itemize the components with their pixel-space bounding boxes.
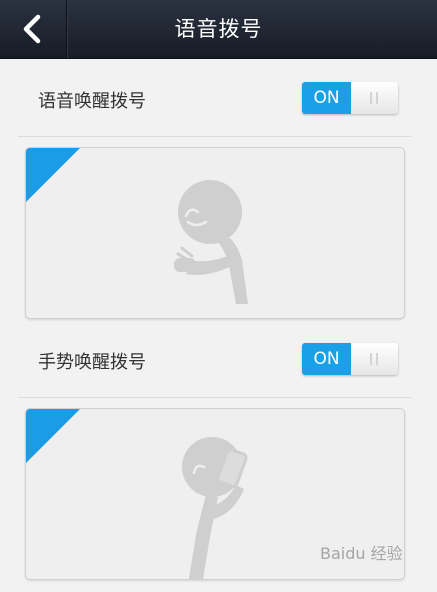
watermark-logo: Baidu 经验	[320, 544, 403, 563]
divider	[18, 397, 411, 398]
corner-marker	[26, 148, 80, 202]
setting-row-voice-wake: 语音唤醒拨号 ON	[0, 62, 437, 132]
voice-wake-illustration-card	[25, 147, 405, 319]
page-title: 语音拨号	[174, 17, 263, 41]
gesture-wake-toggle[interactable]: ON	[302, 343, 398, 375]
toggle-on-label: ON	[302, 343, 351, 375]
top-bar: 语音拨号	[0, 0, 437, 59]
setting-row-gesture-wake: 手势唤醒拨号 ON	[0, 323, 437, 393]
toggle-on-label: ON	[302, 82, 351, 114]
divider	[18, 136, 411, 137]
voice-gesture-illustration	[174, 180, 248, 304]
corner-marker	[26, 409, 80, 463]
setting-label-gesture-wake: 手势唤醒拨号	[38, 352, 146, 373]
toggle-knob	[351, 82, 398, 114]
setting-label-voice-wake: 语音唤醒拨号	[38, 91, 146, 112]
grip-icon	[370, 92, 380, 104]
toggle-knob	[351, 343, 398, 375]
phone-gesture-illustration	[182, 437, 248, 579]
grip-icon	[370, 353, 380, 365]
voice-wake-toggle[interactable]: ON	[302, 82, 398, 114]
